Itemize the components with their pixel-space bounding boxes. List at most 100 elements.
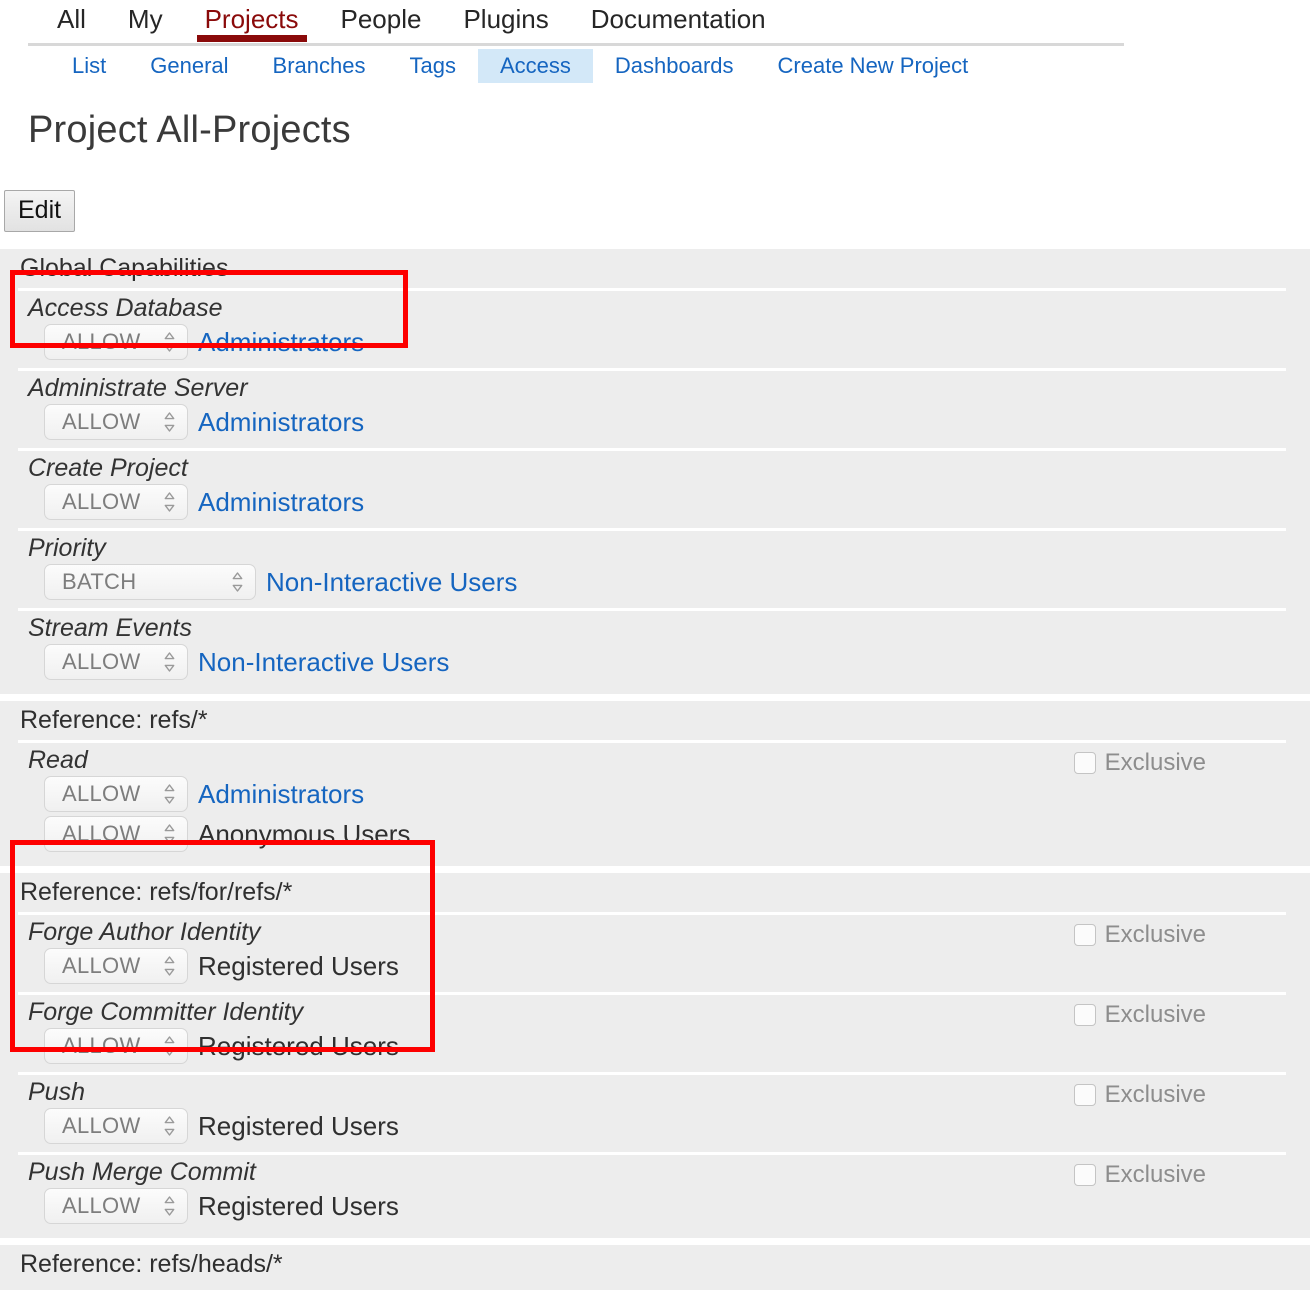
checkbox-unchecked-icon[interactable]	[1073, 924, 1096, 946]
topnav-item-projects[interactable]: Projects	[184, 0, 320, 42]
access-section: Global Capabilities Access Database ALLOW A…	[0, 249, 1310, 694]
chevron-updown-icon	[163, 783, 176, 805]
section-header: Reference: refs/for/refs/*	[20, 878, 293, 906]
access-section: Reference: refs/* Read Exclusive ALLOW Admin…	[0, 701, 1310, 866]
primary-navigation: All My Projects People Plugins Documentation	[0, 0, 1314, 46]
permission-action-value: ALLOW	[62, 489, 141, 514]
permission-action-select[interactable]: BATCH	[44, 564, 256, 600]
exclusive-control[interactable]: Exclusive	[1073, 921, 1206, 949]
permission-list: Read Exclusive ALLOW Administrators ALLOW Ano…	[18, 740, 1286, 860]
permission-block: Push Merge Commit Exclusive ALLOW Registere…	[18, 1152, 1286, 1232]
group-name: Registered Users	[198, 1191, 399, 1221]
topnav-item-plugins[interactable]: Plugins	[442, 0, 569, 34]
permission-action-select[interactable]: ALLOW	[44, 948, 188, 984]
access-sections: Global Capabilities Access Database ALLOW A…	[0, 249, 1314, 1290]
permission-name: Push Merge Commit	[28, 1158, 256, 1186]
access-section: Reference: refs/heads/*	[0, 1245, 1310, 1290]
group-link[interactable]: Administrators	[198, 407, 364, 437]
topnav-item-people[interactable]: People	[320, 0, 443, 34]
chevron-updown-icon	[163, 411, 176, 433]
topnav-item-my[interactable]: My	[107, 0, 184, 34]
exclusive-control[interactable]: Exclusive	[1073, 1081, 1206, 1109]
subnav-item-general[interactable]: General	[128, 49, 250, 83]
section-header: Reference: refs/heads/*	[20, 1250, 283, 1278]
subnav-item-list[interactable]: List	[50, 49, 128, 83]
checkbox-unchecked-icon[interactable]	[1073, 752, 1096, 774]
topnav-item-all[interactable]: All	[36, 0, 107, 34]
exclusive-control[interactable]: Exclusive	[1073, 749, 1206, 777]
permission-name: Read	[28, 746, 88, 774]
permission-name: Priority	[28, 534, 106, 562]
permission-action-select[interactable]: ALLOW	[44, 644, 188, 680]
checkbox-unchecked-icon[interactable]	[1073, 1084, 1096, 1106]
subnav-item-tags[interactable]: Tags	[387, 49, 477, 83]
chevron-updown-icon	[163, 1115, 176, 1137]
permission-rule-row: ALLOW Registered Users	[18, 1028, 1286, 1068]
group-link[interactable]: Administrators	[198, 327, 364, 357]
permission-action-select[interactable]: ALLOW	[44, 776, 188, 812]
permission-action-select[interactable]: ALLOW	[44, 816, 188, 852]
subnav-item-branches[interactable]: Branches	[251, 49, 388, 83]
group-name: Registered Users	[198, 1031, 399, 1061]
subnav-item-create-new-project[interactable]: Create New Project	[756, 49, 991, 83]
permission-action-select[interactable]: ALLOW	[44, 1028, 188, 1064]
permission-action-select[interactable]: ALLOW	[44, 324, 188, 360]
checkbox-unchecked-icon[interactable]	[1073, 1164, 1096, 1186]
permission-block: Forge Author Identity Exclusive ALLOW Regis…	[18, 912, 1286, 992]
group-link[interactable]: Non-Interactive Users	[198, 647, 449, 677]
permission-name: Administrate Server	[28, 374, 248, 402]
permission-rule-row: ALLOW Administrators	[18, 484, 1286, 524]
permission-block: Create Project ALLOW Administrators	[18, 448, 1286, 528]
permission-block: Forge Committer Identity Exclusive ALLOW Re…	[18, 992, 1286, 1072]
permission-list: Access Database ALLOW Administrators Admini…	[18, 288, 1286, 688]
permission-action-select[interactable]: ALLOW	[44, 1108, 188, 1144]
group-link[interactable]: Non-Interactive Users	[266, 567, 517, 597]
permission-name: Forge Committer Identity	[28, 998, 304, 1026]
subnav-item-dashboards[interactable]: Dashboards	[593, 49, 756, 83]
group-link[interactable]: Administrators	[198, 487, 364, 517]
topnav-item-documentation[interactable]: Documentation	[570, 0, 787, 34]
permission-action-value: ALLOW	[62, 1113, 141, 1138]
permission-action-value: ALLOW	[62, 409, 141, 434]
permission-action-select[interactable]: ALLOW	[44, 404, 188, 440]
permission-rule-row: ALLOW Administrators	[18, 404, 1286, 444]
permission-rule-row: ALLOW Administrators	[18, 776, 1286, 816]
permission-block: Push Exclusive ALLOW Registered Users	[18, 1072, 1286, 1152]
permission-action-value: ALLOW	[62, 649, 141, 674]
chevron-updown-icon	[163, 491, 176, 513]
permission-action-value: ALLOW	[62, 1033, 141, 1058]
group-name: Registered Users	[198, 1111, 399, 1141]
permission-block: Priority BATCH Non-Interactive Users	[18, 528, 1286, 608]
permission-action-value: ALLOW	[62, 953, 141, 978]
checkbox-unchecked-icon[interactable]	[1073, 1004, 1096, 1026]
permission-block: Read Exclusive ALLOW Administrators ALLOW Ano…	[18, 740, 1286, 860]
exclusive-control[interactable]: Exclusive	[1073, 1001, 1206, 1029]
chevron-updown-icon	[163, 955, 176, 977]
permission-action-value: ALLOW	[62, 1193, 141, 1218]
permission-rule-row: ALLOW Registered Users	[18, 948, 1286, 988]
chevron-updown-icon	[163, 651, 176, 673]
permission-name: Push	[28, 1078, 85, 1106]
subnav-item-access[interactable]: Access	[477, 49, 593, 83]
group-link[interactable]: Administrators	[198, 779, 364, 809]
permission-block: Administrate Server ALLOW Administrators	[18, 368, 1286, 448]
chevron-updown-icon	[163, 1035, 176, 1057]
permission-block: Stream Events ALLOW Non-Interactive Users	[18, 608, 1286, 688]
permission-action-value: ALLOW	[62, 329, 141, 354]
permission-name: Stream Events	[28, 614, 192, 642]
chevron-updown-icon	[231, 571, 244, 593]
permission-rule-row: ALLOW Non-Interactive Users	[18, 644, 1286, 684]
exclusive-label: Exclusive	[1104, 1161, 1206, 1188]
exclusive-control[interactable]: Exclusive	[1073, 1161, 1206, 1189]
permission-block: Access Database ALLOW Administrators	[18, 288, 1286, 368]
exclusive-label: Exclusive	[1104, 1081, 1206, 1108]
exclusive-label: Exclusive	[1104, 921, 1206, 948]
exclusive-label: Exclusive	[1104, 1001, 1206, 1028]
chevron-updown-icon	[163, 823, 176, 845]
edit-button[interactable]: Edit	[4, 190, 76, 232]
secondary-navigation: List General Branches Tags Access Dashboards C…	[0, 49, 1314, 83]
permission-action-value: ALLOW	[62, 821, 141, 846]
permission-action-select[interactable]: ALLOW	[44, 1188, 188, 1224]
permission-action-select[interactable]: ALLOW	[44, 484, 188, 520]
permission-rule-row: ALLOW Registered Users	[18, 1108, 1286, 1148]
